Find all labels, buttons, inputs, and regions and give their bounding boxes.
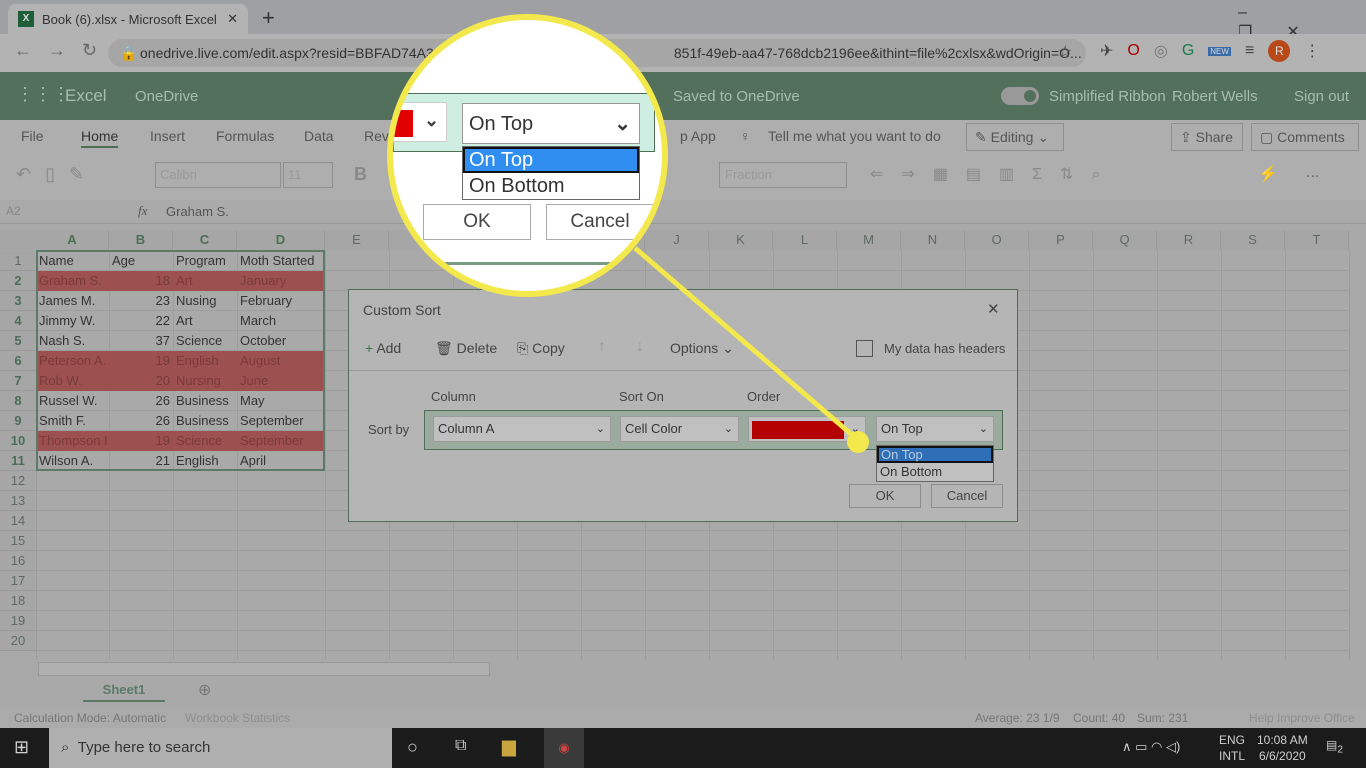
magnified-cancel-button: Cancel (546, 204, 654, 240)
magnified-dialog-border (393, 262, 662, 265)
magnified-option-on-top: On Top (463, 147, 639, 173)
callout-dot (847, 431, 869, 453)
magnified-dropdown-list: On Top On Bottom (462, 146, 640, 200)
magnified-position-select: On Top ⌄ (462, 103, 640, 144)
magnified-option-on-bottom: On Bottom (469, 175, 565, 197)
magnified-ok-button: OK (423, 204, 531, 240)
magnified-color-select: ⌄ (393, 102, 447, 142)
magnifier-callout: ⌄ On Top ⌄ On Top On Bottom OK Cancel (387, 14, 668, 297)
callout-line (633, 246, 869, 453)
